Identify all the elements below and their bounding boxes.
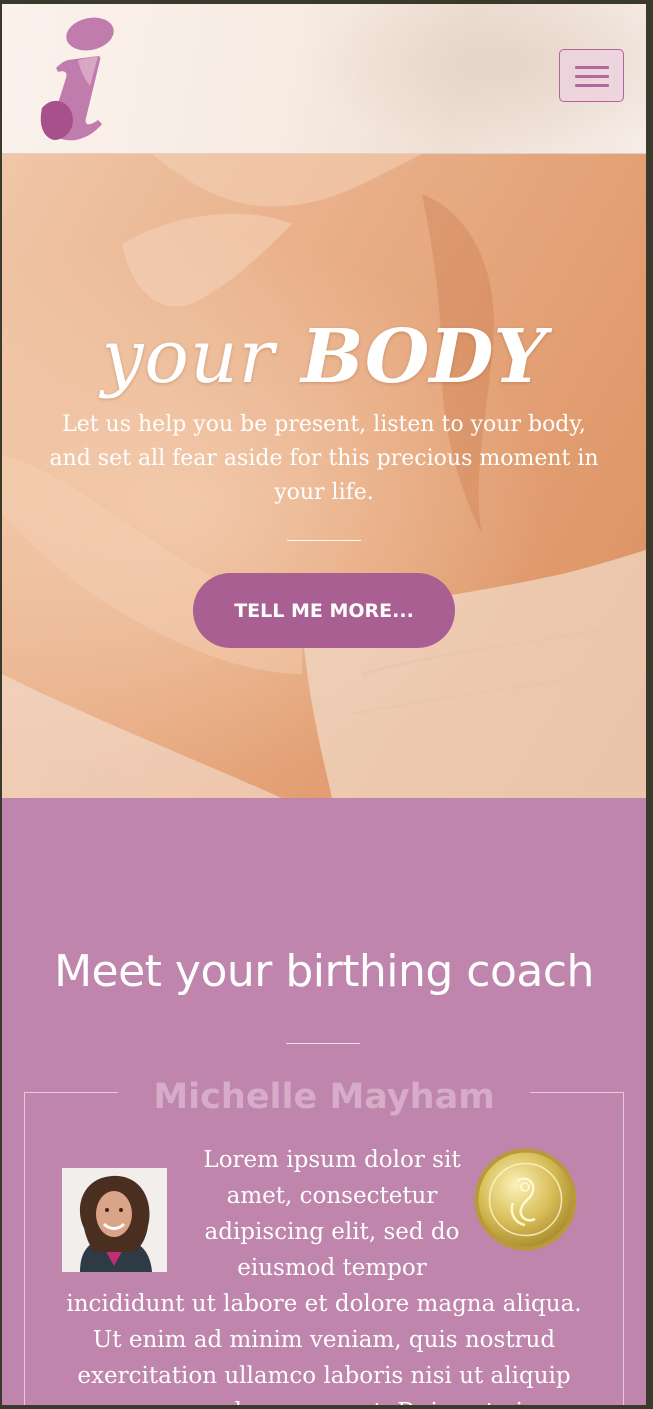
hero-title-bold: BODY (301, 314, 547, 400)
coach-bio-line: exercitation ullamco laboris nisi ut ali… (77, 1363, 571, 1389)
coach-bio-line: eiusmod tempor (237, 1255, 427, 1281)
hero-divider (287, 540, 361, 541)
hamburger-menu-icon-bar (575, 75, 609, 78)
hero-description: Let us help you be present, listen to yo… (42, 408, 606, 510)
hamburger-menu-icon-bar (575, 84, 609, 87)
coach-bio-line: Ut enim ad minim veniam, quis nostrud (92, 1327, 556, 1353)
hypnobirthing-badge-icon (474, 1148, 577, 1251)
tell-me-more-button[interactable]: TELL ME MORE... (193, 573, 455, 648)
coach-bio-line: ex ea commodo consequat. Duis aute irure (24, 1394, 624, 1405)
coach-bio-line: Lorem ipsum dolor sit (203, 1147, 461, 1173)
site-header (2, 4, 646, 154)
logo-icon[interactable] (38, 16, 118, 142)
hamburger-menu-icon-bar (575, 66, 609, 69)
hero-description-line: Let us help you be present, listen to yo… (62, 412, 586, 437)
hamburger-menu-button[interactable] (559, 49, 624, 102)
hero-title: your BODY (2, 314, 646, 400)
coach-bio-line: incididunt ut labore et dolore magna ali… (66, 1291, 582, 1317)
coach-bio-line: adipiscing elit, sed do (204, 1219, 460, 1245)
coach-photo (62, 1168, 167, 1272)
hero-description-line: your life. (274, 480, 374, 505)
page-frame: your BODY Let us help you be present, lis… (2, 4, 646, 1405)
hero-section: your BODY Let us help you be present, lis… (2, 154, 646, 798)
coach-section-title: Meet your birthing coach (54, 946, 594, 997)
coach-bio-line: amet, consectetur (226, 1183, 438, 1209)
hero-title-light: your (101, 314, 275, 400)
coach-name: Michelle Mayham (118, 1074, 530, 1120)
coach-section: Meet your birthing coach Michelle Mayham (2, 798, 646, 1405)
coach-section-divider (286, 1043, 360, 1044)
hero-description-line: and set all fear aside for this precious… (49, 446, 599, 471)
